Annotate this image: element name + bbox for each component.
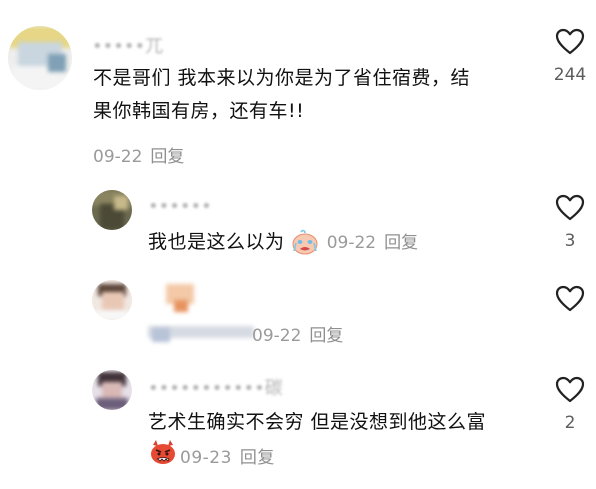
like-count: 244	[553, 65, 587, 85]
like-group: 244	[550, 28, 590, 85]
crying-face-emoji	[291, 229, 319, 259]
like-count: 2	[564, 413, 576, 433]
avatar[interactable]	[8, 26, 72, 90]
reply-text-block: 艺术生确实不会穷 但是没想到他这么富 09-23 回复	[148, 406, 518, 476]
reply-button[interactable]: 回复	[240, 448, 275, 468]
like-heart-icon[interactable]	[550, 376, 590, 403]
reply-button[interactable]: 回复	[150, 147, 184, 167]
like-group	[550, 285, 590, 312]
reply-date: 09-22	[252, 326, 302, 346]
reply-text: 艺术生确实不会穷 但是没想到他这么富	[148, 411, 487, 433]
reply-meta: 09-22 回复	[252, 321, 343, 346]
angry-devil-emoji	[149, 439, 177, 476]
reply-date: 09-22	[326, 233, 377, 253]
username[interactable]: •••••兀	[92, 32, 163, 58]
reply-text-blurred	[148, 320, 254, 346]
comment-date: 09-22	[93, 147, 143, 167]
like-heart-icon[interactable]	[550, 28, 590, 55]
reply-date: 09-23	[180, 448, 232, 468]
avatar[interactable]	[92, 280, 132, 320]
reply-line: 我也是这么以为 09-22 回复	[148, 227, 418, 259]
reply-button[interactable]: 回复	[384, 233, 418, 253]
avatar[interactable]	[92, 370, 132, 410]
username[interactable]	[148, 282, 206, 316]
like-count: 3	[564, 231, 576, 251]
avatar[interactable]	[92, 190, 132, 230]
like-group: 3	[550, 194, 590, 251]
like-group: 2	[550, 376, 590, 433]
reply-text: 我也是这么以为	[148, 231, 285, 253]
username[interactable]: ••••••	[148, 196, 212, 217]
username[interactable]: •••••••••••碳	[148, 374, 283, 400]
comment-text: 不是哥们 我本来以为你是为了省住宿费，结果你韩国有房，还有车!!	[93, 67, 471, 122]
like-heart-icon[interactable]	[550, 194, 590, 221]
like-heart-icon[interactable]	[550, 285, 590, 312]
comment-meta: 09-22 回复	[93, 142, 184, 167]
reply-button[interactable]: 回复	[309, 326, 343, 346]
